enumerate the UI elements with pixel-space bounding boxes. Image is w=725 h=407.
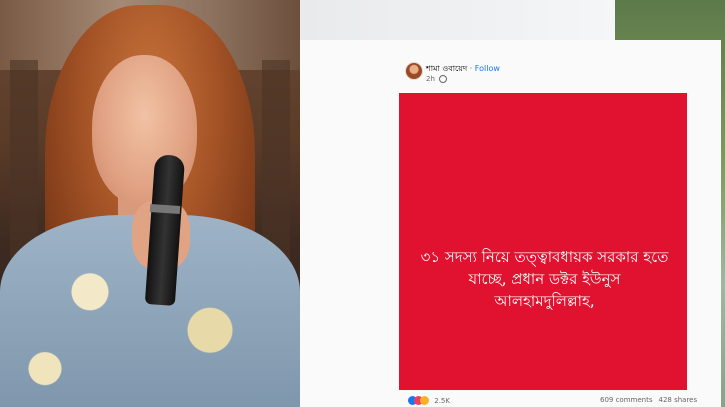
avatar[interactable] [405,62,423,80]
post-text-line: ৩১ সদস্য নিয়ে তত্ত্বাবধায়ক সরকার হতে [420,248,669,266]
wow-icon [420,396,429,405]
post-time: 2h [426,75,448,83]
post-text-line: আলহামদুলিল্লাহ, [494,292,595,310]
post-text: ৩১ সদস্য নিয়ে তত্ত্বাবধায়ক সরকার হতে য… [417,246,672,312]
post-background: ৩১ সদস্য নিয়ে তত্ত্বাবধায়ক সরকার হতে য… [399,93,687,390]
globe-icon [439,75,448,83]
facebook-post-card: শামা ওবায়েদ · Follow 2h ৩১ সদস্য নিয়ে … [300,40,721,407]
author-name[interactable]: শামা ওবায়েদ [426,64,467,73]
post-header: শামা ওবায়েদ · Follow 2h [400,60,700,90]
shares-count[interactable]: 428 shares [659,396,698,404]
speaker-photo [0,0,300,407]
engagement-counts: 609 comments 428 shares [600,396,697,404]
comments-count[interactable]: 609 comments [600,396,653,404]
reaction-summary[interactable]: 2.5K [408,396,450,405]
reaction-count: 2.5K [434,396,450,405]
timestamp[interactable]: 2h [426,75,435,83]
separator: · [469,64,473,73]
follow-button[interactable]: Follow [475,64,500,73]
post-text-line: যাচ্ছে, প্রধান ডক্টর ইউনুস [468,270,621,288]
background-strip-top [300,0,615,40]
